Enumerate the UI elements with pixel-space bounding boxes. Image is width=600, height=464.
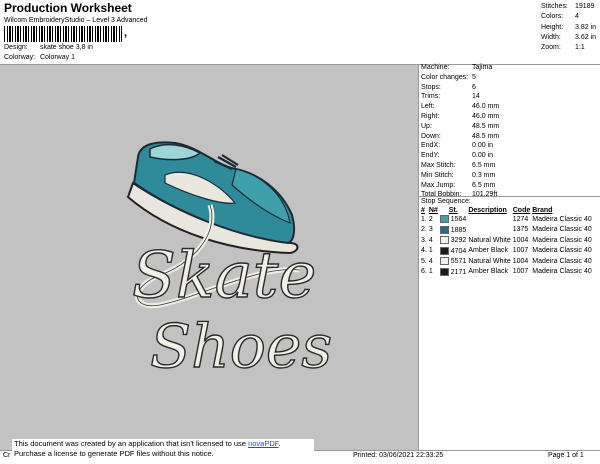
machine-info-row: EndY: 0.00 in <box>421 152 494 160</box>
machine-info-row: Min Stitch: 0.3 mm <box>421 171 496 179</box>
design-preview: Skate Shoes <box>0 65 418 450</box>
footer-left-text: Cr <box>3 452 11 459</box>
worksheet-title: Production Worksheet <box>4 1 132 15</box>
machine-info-row: Right: 46.0 mm <box>421 112 500 120</box>
stop-sequence-row: 2. 3 1885 1375 Madeira Classic 40 <box>421 225 592 234</box>
stats-panel: Stitches: 19189 Colors: 4 Height: 3.82 in W… <box>541 2 596 53</box>
machine-info-row: Max Jump: 6.5 mm <box>421 181 496 189</box>
barcode <box>4 26 122 42</box>
thread-color-swatch <box>439 257 449 266</box>
machine-info-row: Machine: Tajima <box>421 64 493 71</box>
machine-info-row: Color changes: 5 <box>421 73 476 81</box>
printed-timestamp: Printed: 03/06/2021 22:33:25 <box>353 452 444 459</box>
page-number: Page 1 of 1 <box>548 452 584 459</box>
design-text-line1: Skate <box>132 239 316 313</box>
machine-info: Machine: Tajima Color changes: 5 Stops: 6 Trim… <box>421 63 499 200</box>
machine-info-row: Up: 48.5 mm <box>421 122 500 130</box>
colorway-value: Colorway 1 <box>39 54 75 61</box>
thread-color-swatch <box>439 246 449 255</box>
stat-row: Zoom: 1:1 <box>541 44 585 52</box>
barcode-tail: , <box>124 27 128 39</box>
machine-info-row: Down: 48.5 mm <box>421 132 500 140</box>
colorway-label: Colorway: <box>4 54 36 61</box>
stop-sequence-row: 4. 1 4704 Amber Black 1007 Madeira Classic 4… <box>421 246 592 255</box>
thread-color-swatch <box>439 267 449 276</box>
license-notice: This document was created by an applicat… <box>12 439 314 461</box>
thread-color-swatch <box>439 215 449 224</box>
app-subtitle: Wilcom EmbroideryStudio – Level 3 Advanc… <box>4 17 148 24</box>
shoe-collar <box>149 143 202 161</box>
stat-row: Width: 3.62 in <box>541 33 597 41</box>
stop-sequence-header: # N# St. Description Code Brand <box>421 207 553 214</box>
design-text-line2: Shoes <box>150 312 332 382</box>
machine-info-row: Stops: 6 <box>421 83 476 91</box>
novapdf-link[interactable]: novaPDF <box>248 439 278 448</box>
stat-row: Height: 3.82 in <box>541 23 597 31</box>
design-label: Design: <box>4 44 28 51</box>
design-row: Design: skate shoe 3,8 in <box>4 44 93 51</box>
stop-sequence-table: # N# St. Description Code Brand 1. 2 1564… <box>421 207 594 277</box>
machine-info-row: Max Stitch: 6.5 mm <box>421 161 496 169</box>
colorway-row: Colorway: Colorway 1 <box>4 54 75 61</box>
machine-info-row: EndX: 0.00 in <box>421 142 494 150</box>
stat-row: Stitches: 19189 <box>541 3 595 10</box>
stop-sequence-row: 3. 4 3292 Natural White 1004 Madeira Classic… <box>421 236 592 245</box>
notice-line2: Purchase a license to generate PDF files… <box>14 449 214 458</box>
machine-info-row: Trims: 14 <box>421 93 480 101</box>
stat-row: Colors: 4 <box>541 13 579 21</box>
thread-color-swatch <box>439 236 449 245</box>
stop-sequence-row: 5. 4 5571 Natural White 1004 Madeira Classic… <box>421 257 592 266</box>
design-value: skate shoe 3,8 in <box>39 44 93 51</box>
stop-sequence-row: 6. 1 2171 Amber Black 1007 Madeira Classic 4… <box>421 267 592 276</box>
stop-sequence-divider <box>418 196 600 197</box>
stop-sequence-title: Stop Sequence: <box>421 198 471 205</box>
machine-info-row: Left: 46.0 mm <box>421 103 500 111</box>
notice-line1: This document was created by an applicat… <box>14 439 281 448</box>
embroidery-artwork: Skate Shoes <box>126 141 333 383</box>
thread-color-swatch <box>439 225 449 234</box>
stop-sequence-row: 1. 2 1564 1274 Madeira Classic 40 <box>421 215 592 224</box>
